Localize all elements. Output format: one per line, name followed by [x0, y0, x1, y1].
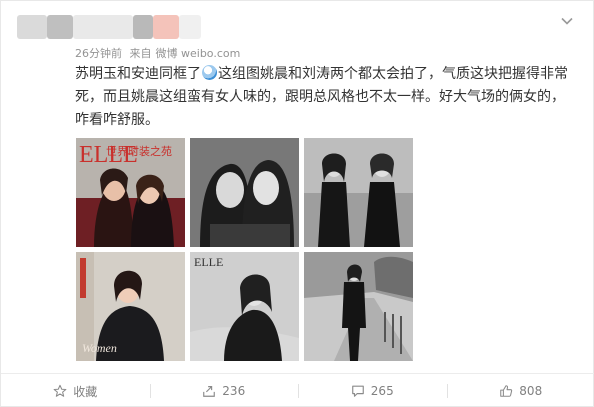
avatar[interactable] — [17, 15, 47, 39]
post-text: 苏明玉和安迪同框了 这组图姚晨和刘涛两个都太会拍了，气质这块把握得非常 死，而且姚… — [75, 63, 575, 132]
photo-thumbnail[interactable]: ELLE — [190, 252, 299, 361]
post-meta: 26分钟前 来自 微博 weibo.com — [75, 45, 244, 61]
thumbs-up-icon — [500, 385, 513, 397]
favorite-label: 收藏 — [73, 384, 98, 399]
like-count: 808 — [519, 384, 543, 398]
photo-thumbnail[interactable] — [304, 138, 413, 247]
repost-button[interactable]: 236 — [149, 374, 299, 407]
blurred-user-info — [17, 9, 203, 43]
magazine-title: ELLE — [194, 255, 223, 269]
username-blur — [133, 15, 153, 39]
photo-thumbnail[interactable]: Women — [76, 252, 185, 361]
comment-count: 265 — [370, 384, 394, 398]
action-bar: 收藏 236 265 808 — [1, 373, 594, 407]
photo-thumbnail[interactable] — [190, 138, 299, 247]
username-blur — [73, 15, 133, 39]
post-text-line: 咋看咋舒服。 — [75, 112, 159, 128]
photo-grid: ELLE 世界时装之苑 Women ELLE — [76, 138, 414, 366]
post-time[interactable]: 26分钟前 — [75, 47, 122, 60]
comment-button[interactable]: 265 — [298, 374, 447, 407]
favorite-button[interactable]: 收藏 — [1, 374, 150, 407]
photo-thumbnail[interactable]: ELLE 世界时装之苑 — [76, 138, 185, 247]
emoji-icon — [202, 65, 217, 80]
chevron-down-icon[interactable] — [559, 13, 575, 29]
comment-icon — [351, 385, 364, 397]
username-blur — [153, 15, 179, 39]
username-blur[interactable] — [47, 15, 73, 39]
username-blur — [179, 15, 201, 39]
repost-count: 236 — [222, 384, 246, 398]
post-text-line: 死，而且姚晨这组蛮有女人味的，跟明总风格也不太一样。好大气场的俩女的， — [75, 89, 565, 105]
svg-text:Women: Women — [82, 341, 117, 355]
magazine-subtitle: 世界时装之苑 — [106, 144, 172, 158]
star-icon — [53, 384, 67, 397]
source-prefix: 来自 — [129, 47, 152, 60]
post-text-line: 苏明玉和安迪同框了 — [75, 66, 201, 82]
post-text-line: 这组图姚晨和刘涛两个都太会拍了，气质这块把握得非常 — [218, 66, 568, 82]
photo-thumbnail[interactable] — [304, 252, 413, 361]
post-source[interactable]: 微博 weibo.com — [156, 47, 241, 60]
repost-icon — [203, 386, 216, 397]
like-button[interactable]: 808 — [446, 374, 594, 407]
weibo-post-card: 26分钟前 来自 微博 weibo.com 苏明玉和安迪同框了 这组图姚晨和刘涛两个… — [0, 0, 594, 407]
